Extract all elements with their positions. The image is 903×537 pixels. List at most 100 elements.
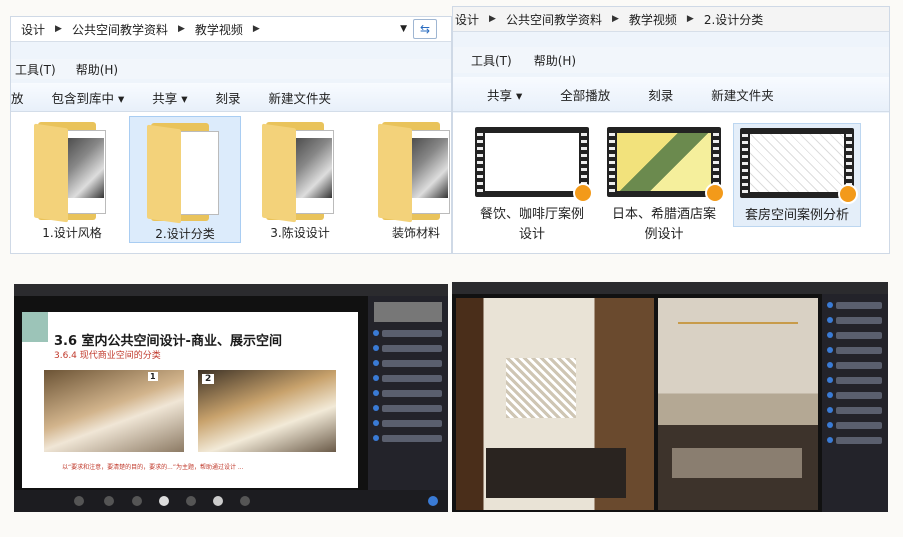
explorer-window-left: 设计 ▶ 公共空间教学资料 ▶ 教学视频 ▶ ▼ ⇆ 工具(T) 帮助(H) 放… <box>10 16 452 254</box>
folder-item[interactable]: 装饰材料 <box>361 116 451 241</box>
breadcrumb-item[interactable]: 公共空间教学资料 <box>72 21 168 38</box>
new-folder-button[interactable]: 新建文件夹 <box>711 85 774 104</box>
new-folder-button[interactable]: 新建文件夹 <box>269 88 332 107</box>
send-icon[interactable] <box>428 496 438 506</box>
menu-tools[interactable]: 工具(T) <box>15 61 56 78</box>
command-bar: 共享 ▾ 全部播放 刻录 新建文件夹 <box>453 77 889 112</box>
chat-message <box>827 347 882 354</box>
settings-icon[interactable] <box>213 496 223 506</box>
breadcrumb-item[interactable]: 设计 <box>455 11 479 28</box>
folder-item-selected[interactable]: 2.设计分类 <box>129 116 241 243</box>
chat-preview-image <box>374 302 442 322</box>
video-player-screenshot <box>452 282 888 512</box>
breadcrumb-item[interactable]: 设计 <box>21 21 45 38</box>
chat-message <box>827 422 882 429</box>
marker-badge: 1 <box>148 372 158 381</box>
chat-message <box>827 392 882 399</box>
mic-icon[interactable] <box>74 496 84 506</box>
chat-message <box>827 437 882 444</box>
menu-bar: 工具(T) 帮助(H) <box>11 59 451 79</box>
chat-message <box>827 377 882 384</box>
lesson-player-screenshot: 3.6 室内公共空间设计-商业、展示空间 3.6.4 现代商业空间的分类 1 2… <box>14 284 448 512</box>
address-bar[interactable]: 设计 ▶ 公共空间教学资料 ▶ 教学视频 ▶ 2.设计分类 <box>453 7 889 32</box>
chat-panel <box>822 294 888 512</box>
share-button[interactable]: 共享 ▾ <box>152 88 187 107</box>
record-icon[interactable] <box>159 496 169 506</box>
video-item[interactable]: 日本、希腊酒店案例设计 <box>601 123 727 245</box>
camera-icon[interactable] <box>104 496 114 506</box>
file-list: 1.设计风格 2.设计分类 3.陈设设计 装饰材料 <box>11 112 451 253</box>
menu-help[interactable]: 帮助(H) <box>76 61 118 78</box>
play-icon <box>838 184 858 204</box>
burn-button[interactable]: 刻录 <box>216 88 241 107</box>
folder-label: 3.陈设设计 <box>270 226 330 240</box>
video-label: 餐饮、咖啡厅案例设计 <box>479 207 584 242</box>
video-frame-restaurant-right <box>658 298 818 510</box>
chat-message <box>827 317 882 324</box>
members-icon[interactable] <box>186 496 196 506</box>
breadcrumb-item[interactable]: 教学视频 <box>629 11 677 28</box>
burn-button[interactable]: 刻录 <box>648 85 673 104</box>
folder-item[interactable]: 1.设计风格 <box>17 116 127 241</box>
folder-label: 2.设计分类 <box>155 227 215 241</box>
include-in-library-button[interactable]: 包含到库中 ▾ <box>52 88 125 107</box>
chat-message <box>827 302 882 309</box>
folder-icon <box>378 120 451 223</box>
player-controls <box>14 490 448 512</box>
more-icon[interactable] <box>240 496 250 506</box>
breadcrumb-item[interactable]: 2.设计分类 <box>704 11 763 28</box>
play-button[interactable]: 放 <box>11 88 24 107</box>
address-bar[interactable]: 设计 ▶ 公共空间教学资料 ▶ 教学视频 ▶ ▼ ⇆ <box>11 17 451 42</box>
file-list: 餐饮、咖啡厅案例设计 日本、希腊酒店案例设计 套房空间案例分析 <box>453 113 889 253</box>
video-label: 日本、希腊酒店案例设计 <box>611 207 716 242</box>
folder-icon <box>147 121 223 224</box>
folder-icon <box>34 120 110 223</box>
video-label: 套房空间案例分析 <box>744 208 849 223</box>
share-screen-icon[interactable] <box>132 496 142 506</box>
folder-item[interactable]: 3.陈设设计 <box>245 116 355 241</box>
play-icon <box>573 183 593 203</box>
menu-tools[interactable]: 工具(T) <box>471 52 512 69</box>
marker-badge: 2 <box>202 374 215 384</box>
video-thumbnail-icon <box>475 127 593 203</box>
chat-message <box>827 362 882 369</box>
menu-bar: 工具(T) 帮助(H) <box>453 47 889 73</box>
play-all-button[interactable]: 全部播放 <box>560 85 610 104</box>
chat-message <box>373 390 442 397</box>
chat-message <box>827 332 882 339</box>
folder-label: 装饰材料 <box>391 226 440 240</box>
chevron-right-icon: ▶ <box>686 14 694 24</box>
slide-subtitle: 3.6.4 现代商业空间的分类 <box>54 351 161 361</box>
video-item[interactable]: 餐饮、咖啡厅案例设计 <box>469 123 595 245</box>
slide-title: 3.6 室内公共空间设计-商业、展示空间 <box>54 334 282 349</box>
chat-message <box>827 407 882 414</box>
chat-message <box>373 330 442 337</box>
chat-message <box>373 435 442 442</box>
menu-help[interactable]: 帮助(H) <box>534 52 576 69</box>
explorer-window-right: 设计 ▶ 公共空间教学资料 ▶ 教学视频 ▶ 2.设计分类 工具(T) 帮助(H… <box>452 6 890 254</box>
lesson-slide: 3.6 室内公共空间设计-商业、展示空间 3.6.4 现代商业空间的分类 1 2… <box>22 312 358 488</box>
chat-message <box>373 360 442 367</box>
video-item-selected[interactable]: 套房空间案例分析 <box>733 123 861 227</box>
chat-panel <box>368 296 448 490</box>
refresh-icon[interactable]: ⇆ <box>413 19 437 39</box>
command-bar: 放 包含到库中 ▾ 共享 ▾ 刻录 新建文件夹 <box>11 83 451 112</box>
video-frame-restaurant-left <box>456 298 654 510</box>
chevron-right-icon: ▶ <box>252 24 260 34</box>
player-title-bar <box>14 284 448 296</box>
share-button[interactable]: 共享 ▾ <box>487 85 522 104</box>
play-icon <box>705 183 725 203</box>
breadcrumb-item[interactable]: 教学视频 <box>195 21 243 38</box>
chevron-right-icon: ▶ <box>177 24 185 34</box>
chevron-right-icon: ▶ <box>489 14 496 24</box>
chevron-right-icon: ▶ <box>611 14 619 24</box>
folder-icon <box>262 120 338 223</box>
slide-caption: 以“要求和注意，要清楚的目的，要求的...”为主题，帮助通过设计 ... <box>62 464 244 471</box>
breadcrumb-item[interactable]: 公共空间教学资料 <box>506 11 602 28</box>
slide-image-mall-1 <box>44 370 184 452</box>
chat-message <box>373 420 442 427</box>
video-thumbnail-icon <box>740 128 858 204</box>
chevron-right-icon: ▶ <box>55 24 62 34</box>
chat-message <box>373 405 442 412</box>
dropdown-icon[interactable]: ▼ <box>400 24 407 34</box>
